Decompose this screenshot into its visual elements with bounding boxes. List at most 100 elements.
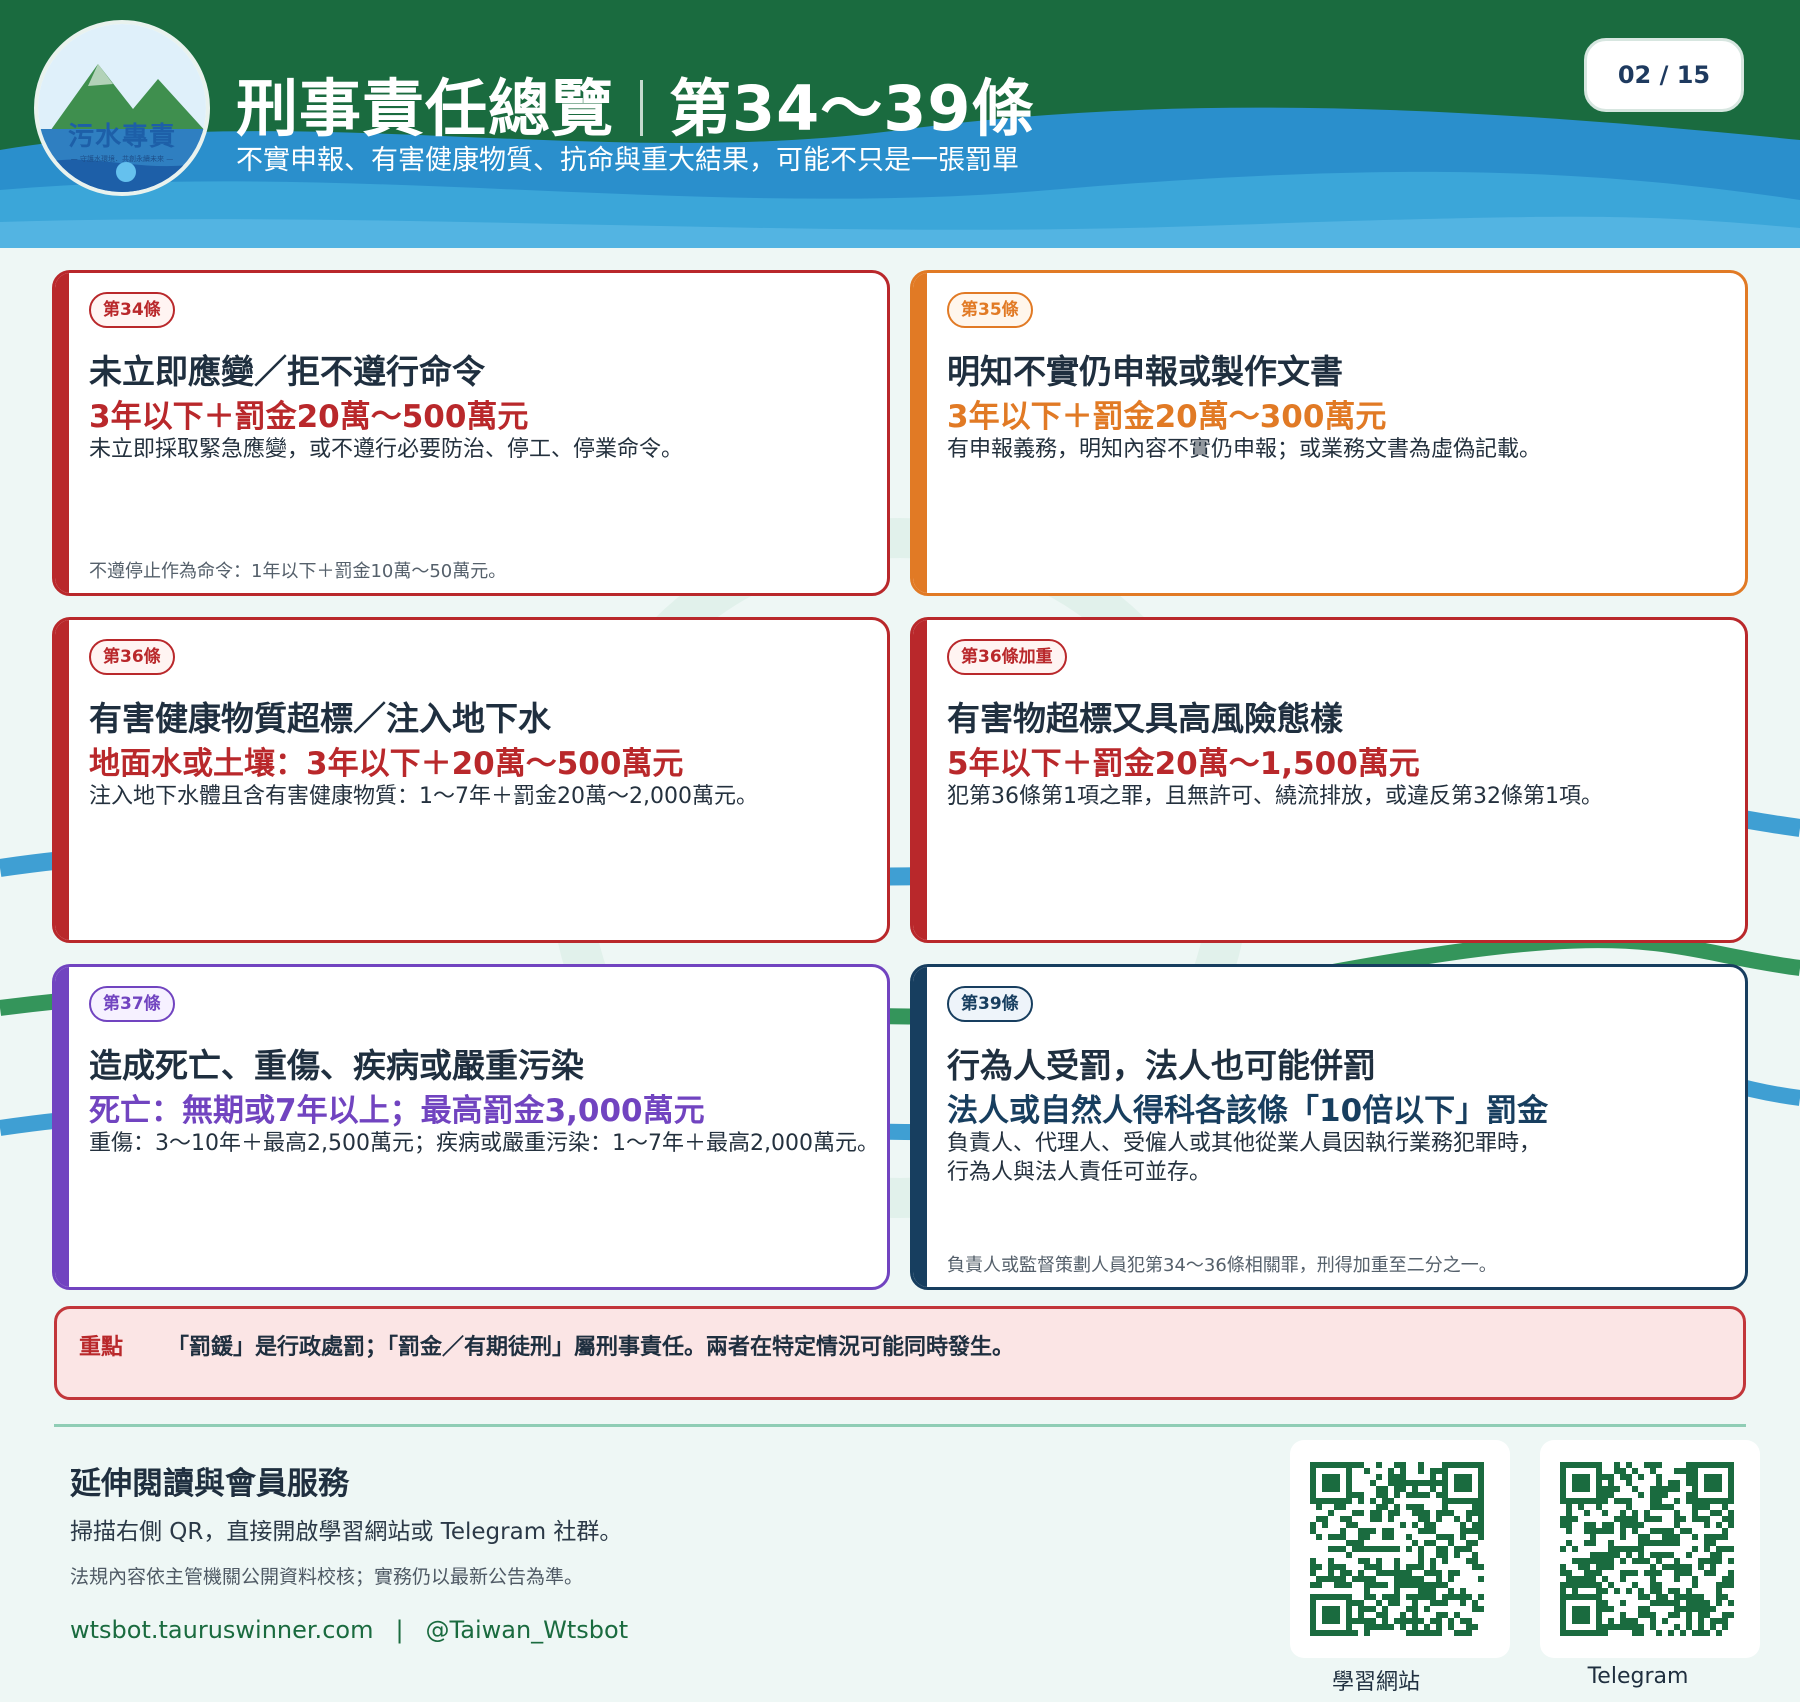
qr-module — [1454, 1570, 1460, 1576]
qr-module — [1400, 1618, 1406, 1624]
website-link[interactable]: wtsbot.tauruswinner.com — [70, 1616, 373, 1644]
qr-module — [1442, 1594, 1448, 1600]
qr-module — [1572, 1606, 1578, 1612]
qr-module — [1566, 1582, 1572, 1588]
qr-module — [1710, 1570, 1716, 1576]
qr-module — [1376, 1564, 1382, 1570]
qr-module — [1626, 1522, 1632, 1528]
qr-module — [1436, 1582, 1442, 1588]
card-description-line: 負責人、代理人、受僱人或其他從業人員因執行業務犯罪時， — [947, 1131, 1542, 1156]
qr-module — [1406, 1606, 1412, 1612]
qr-module — [1442, 1600, 1448, 1606]
qr-module — [1626, 1624, 1632, 1630]
qr-module — [1560, 1474, 1566, 1480]
qr-module — [1662, 1600, 1668, 1606]
card-description: 未立即採取緊急應變，或不遵行必要防治、停工、停業命令。 — [89, 435, 683, 464]
qr-module — [1310, 1606, 1316, 1612]
qr-module — [1620, 1534, 1626, 1540]
qr-module — [1602, 1630, 1608, 1636]
qr-module — [1478, 1492, 1484, 1498]
card-accent-bar — [913, 967, 927, 1287]
page-indicator: 02 / 15 — [1584, 38, 1744, 112]
qr-module — [1656, 1570, 1662, 1576]
qr-module — [1584, 1594, 1590, 1600]
qr-module — [1596, 1582, 1602, 1588]
qr-module — [1632, 1468, 1638, 1474]
qr-module — [1686, 1468, 1692, 1474]
qr-module — [1698, 1504, 1704, 1510]
qr-module — [1418, 1468, 1424, 1474]
qr-module — [1358, 1546, 1364, 1552]
qr-telegram[interactable] — [1540, 1440, 1760, 1658]
qr-module — [1340, 1594, 1346, 1600]
card-penalty: 法人或自然人得科各該條「10倍以下」罰金 — [947, 1093, 1549, 1129]
card-article-36: 第36條 有害健康物質超標／注入地下水 地面水或土壤：3年以下＋20萬～500萬… — [52, 617, 890, 943]
qr-module — [1584, 1576, 1590, 1582]
qr-website[interactable] — [1290, 1440, 1510, 1658]
qr-module — [1704, 1498, 1710, 1504]
qr-module — [1662, 1534, 1668, 1540]
qr-module — [1584, 1582, 1590, 1588]
qr-module — [1406, 1534, 1412, 1540]
qr-module — [1620, 1576, 1626, 1582]
qr-module — [1454, 1486, 1460, 1492]
qr-module — [1346, 1498, 1352, 1504]
qr-module — [1620, 1468, 1626, 1474]
qr-module — [1388, 1498, 1394, 1504]
qr-module — [1424, 1522, 1430, 1528]
qr-module — [1340, 1504, 1346, 1510]
qr-module — [1692, 1462, 1698, 1468]
qr-module — [1418, 1492, 1424, 1498]
qr-module — [1394, 1492, 1400, 1498]
qr-module — [1578, 1462, 1584, 1468]
qr-module — [1728, 1468, 1734, 1474]
qr-module — [1454, 1594, 1460, 1600]
qr-module — [1442, 1474, 1448, 1480]
qr-module — [1638, 1552, 1644, 1558]
qr-module — [1560, 1624, 1566, 1630]
qr-module — [1394, 1588, 1400, 1594]
qr-module — [1322, 1522, 1328, 1528]
qr-module — [1436, 1624, 1442, 1630]
qr-module — [1394, 1576, 1400, 1582]
qr-module — [1340, 1570, 1346, 1576]
qr-module — [1572, 1498, 1578, 1504]
qr-module — [1560, 1516, 1566, 1522]
qr-module — [1590, 1582, 1596, 1588]
qr-module — [1674, 1486, 1680, 1492]
qr-module — [1478, 1594, 1484, 1600]
qr-module — [1608, 1528, 1614, 1534]
qr-module — [1406, 1576, 1412, 1582]
qr-module — [1656, 1498, 1662, 1504]
qr-module — [1322, 1576, 1328, 1582]
qr-module — [1560, 1468, 1566, 1474]
article-tag: 第35條 — [947, 292, 1033, 328]
qr-module — [1566, 1594, 1572, 1600]
telegram-link[interactable]: @Taiwan_Wtsbot — [426, 1616, 629, 1644]
qr-module — [1394, 1618, 1400, 1624]
qr-module — [1668, 1588, 1674, 1594]
qr-module — [1632, 1510, 1638, 1516]
qr-module — [1316, 1582, 1322, 1588]
qr-module — [1578, 1630, 1584, 1636]
qr-module — [1608, 1480, 1614, 1486]
qr-module — [1358, 1606, 1364, 1612]
qr-module — [1650, 1540, 1656, 1546]
qr-module — [1674, 1594, 1680, 1600]
qr-module — [1382, 1570, 1388, 1576]
qr-module — [1572, 1576, 1578, 1582]
qr-module — [1596, 1618, 1602, 1624]
qr-module — [1316, 1462, 1322, 1468]
qr-module — [1620, 1546, 1626, 1552]
card-penalty: 死亡：無期或7年以上；最高罰金3,000萬元 — [89, 1093, 705, 1129]
logo-text: 污水專責 — [67, 122, 176, 152]
qr-module — [1394, 1594, 1400, 1600]
qr-module — [1454, 1498, 1460, 1504]
qr-module — [1382, 1492, 1388, 1498]
qr-module — [1388, 1570, 1394, 1576]
qr-module — [1722, 1594, 1728, 1600]
qr-module — [1578, 1504, 1584, 1510]
qr-module — [1584, 1564, 1590, 1570]
qr-module — [1334, 1462, 1340, 1468]
qr-module — [1626, 1462, 1632, 1468]
